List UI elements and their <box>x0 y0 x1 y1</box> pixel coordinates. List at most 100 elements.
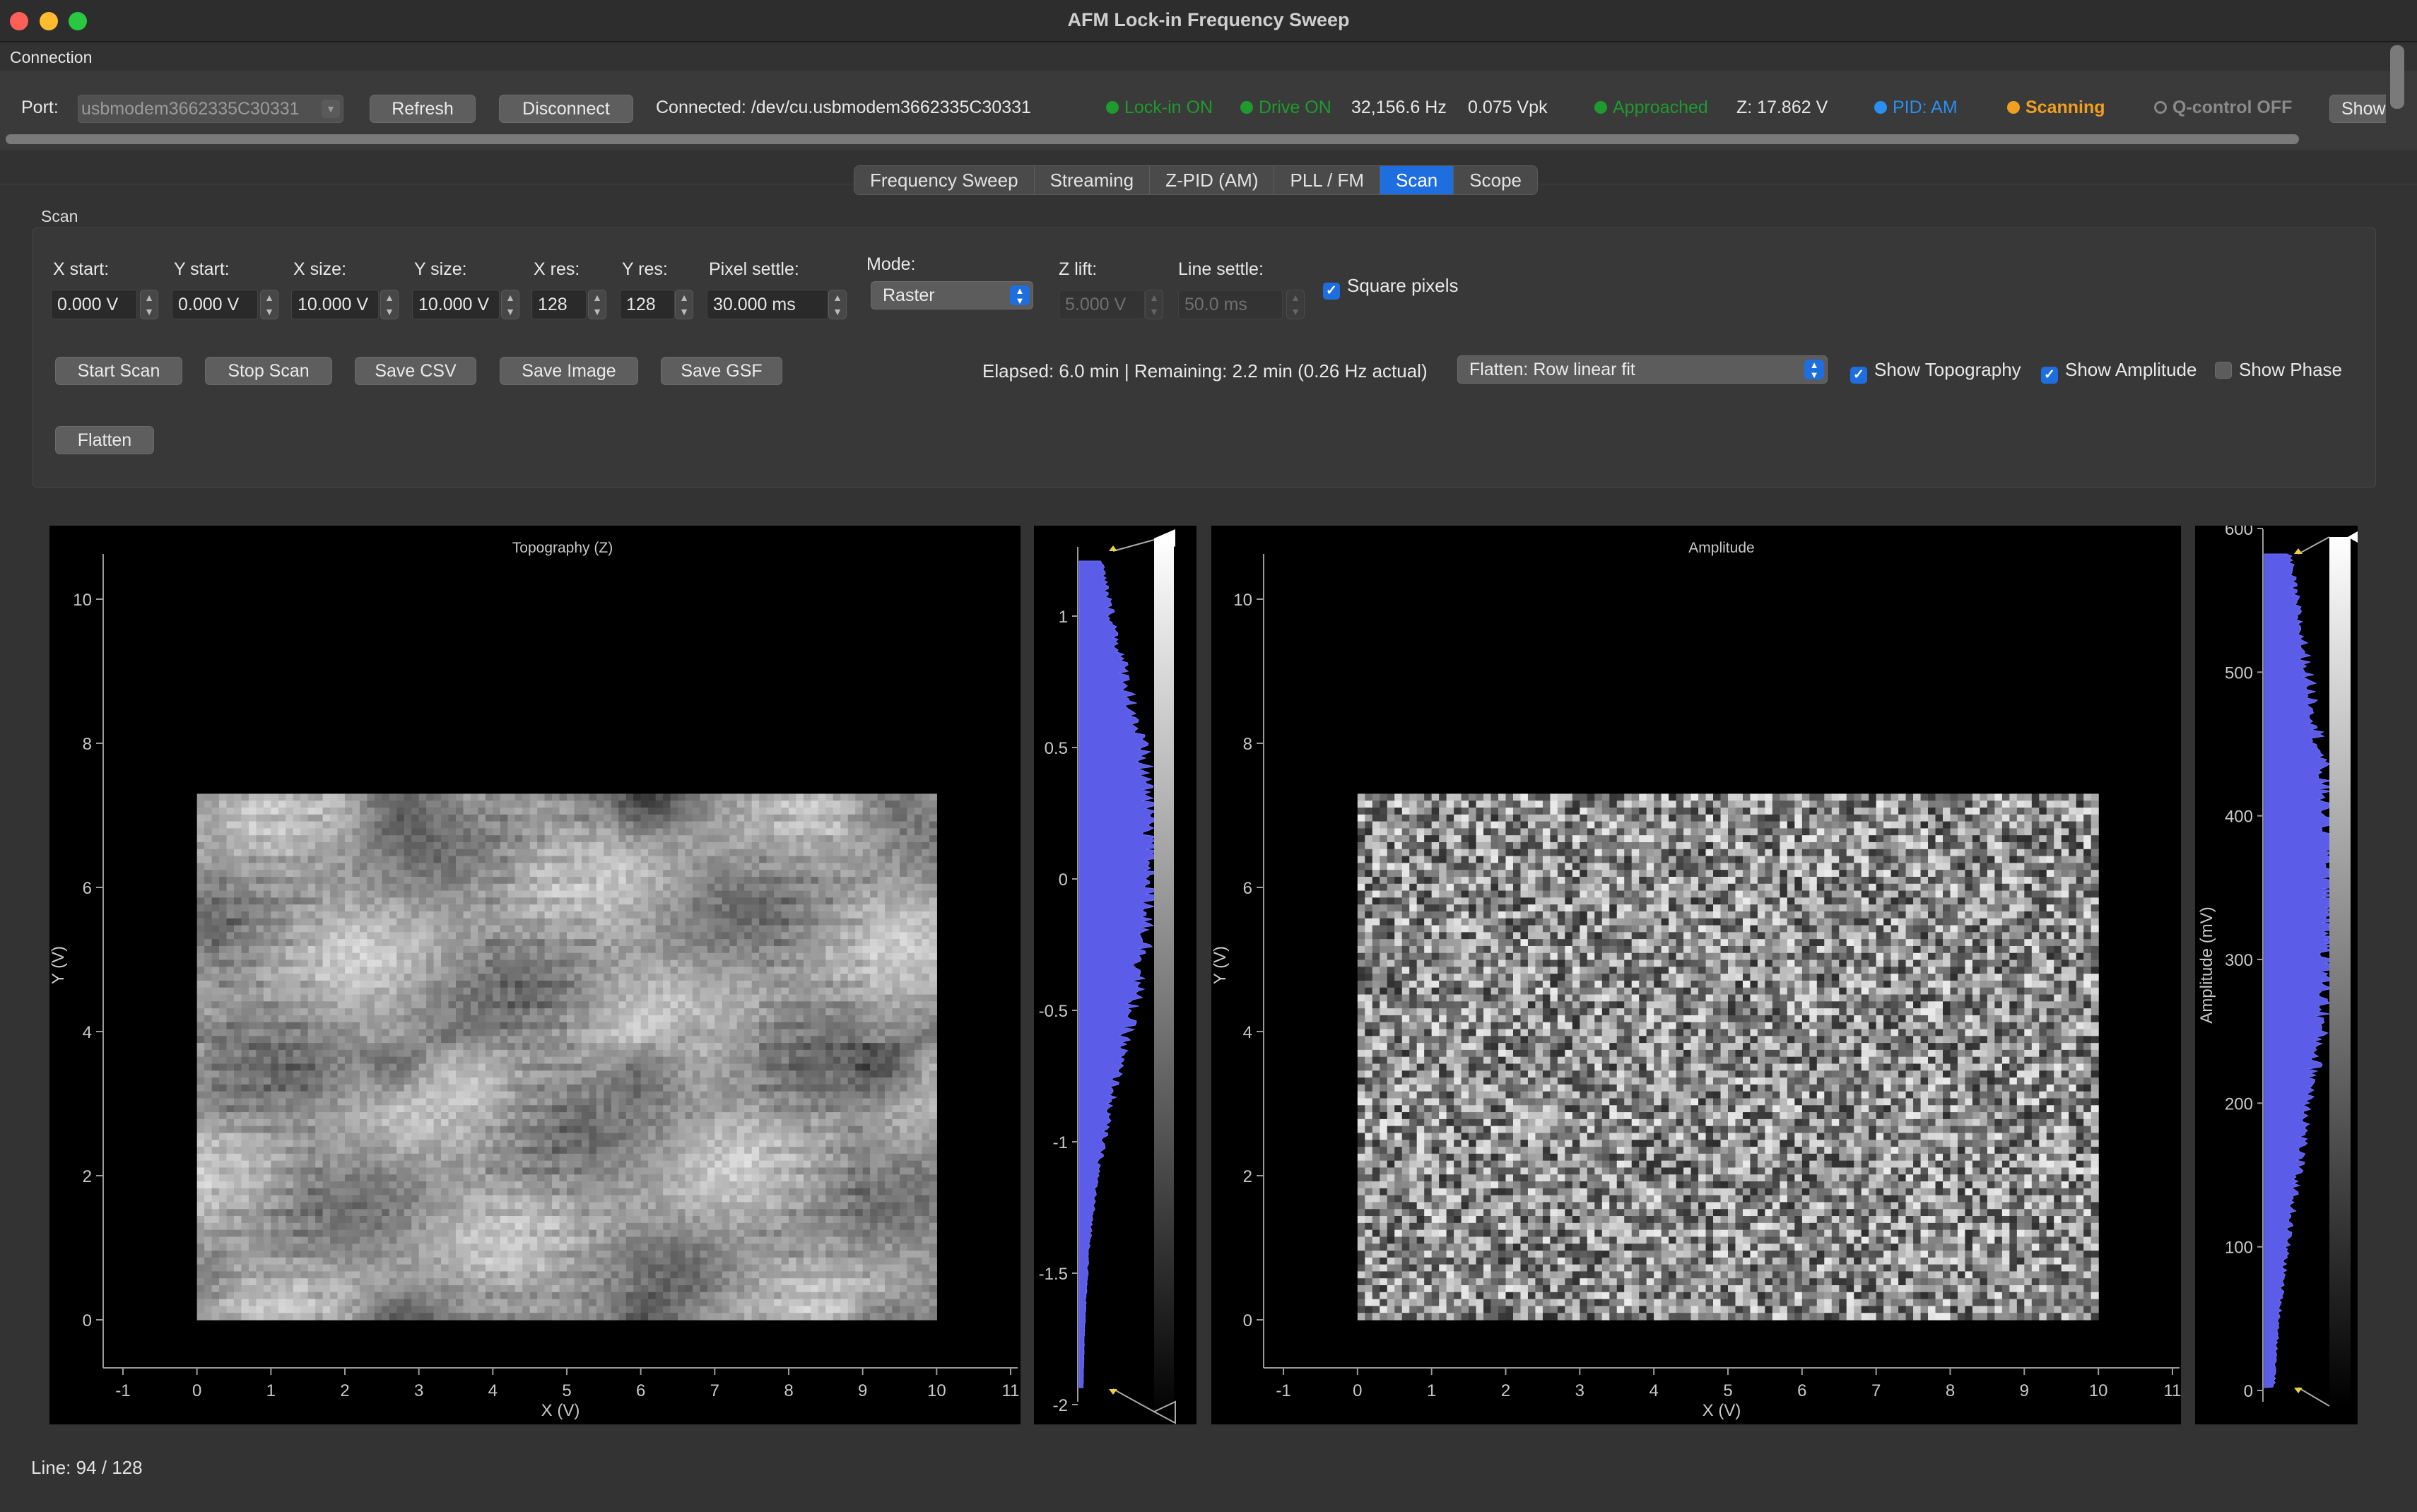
y-res-stepper[interactable]: ▲ ▼ <box>675 290 693 319</box>
heatmap-cell <box>382 1091 390 1099</box>
heatmap-cell <box>485 932 493 940</box>
heatmap-cell <box>774 974 782 981</box>
heatmap-cell <box>559 980 568 988</box>
save-gsf-button[interactable]: Save GSF <box>661 357 782 385</box>
x-start-stepper[interactable]: ▲ ▼ <box>140 290 158 319</box>
heatmap-cell <box>818 939 826 947</box>
save-csv-button[interactable]: Save CSV <box>355 357 476 385</box>
heatmap-cell <box>485 828 493 836</box>
heatmap-cell <box>418 925 427 933</box>
x-start-input[interactable]: 0.000 V <box>51 290 137 319</box>
heatmap-cell <box>855 959 864 967</box>
heatmap-cell <box>256 1063 264 1071</box>
heatmap-cell <box>640 828 649 836</box>
checkbox-empty-icon <box>2215 362 2232 379</box>
heatmap-cell <box>751 856 760 863</box>
tab-streaming[interactable]: Streaming <box>1035 166 1151 194</box>
pixel-settle-stepper[interactable]: ▲ ▼ <box>828 290 847 319</box>
heatmap-cell <box>441 876 449 885</box>
start-scan-button[interactable]: Start Scan <box>55 357 182 385</box>
heatmap-cell <box>300 1118 309 1127</box>
y-tick-label: 10 <box>73 591 92 610</box>
qcontrol-indicator: Q-control OFF <box>2154 98 2292 118</box>
port-select[interactable]: usbmodem3662335C30331 ▼ <box>78 95 343 123</box>
tab-pll-fm[interactable]: PLL / FM <box>1274 166 1380 194</box>
heatmap-cell <box>204 1056 213 1065</box>
heatmap-cell <box>389 1070 397 1078</box>
heatmap-cell <box>382 821 390 829</box>
heatmap-cell <box>736 1091 745 1099</box>
heatmap-cell <box>663 841 671 850</box>
heatmap-cell <box>382 939 390 947</box>
heatmap-cell <box>433 870 442 878</box>
save-image-button[interactable]: Save Image <box>500 357 638 385</box>
flatten-button[interactable]: Flatten <box>55 426 154 454</box>
horizontal-scrollbar[interactable] <box>6 134 2299 144</box>
pixel-settle-input[interactable]: 30.000 ms <box>707 290 828 319</box>
flatten-mode-select[interactable]: Flatten: Row linear fit ▲ ▼ <box>1457 355 1828 384</box>
show-button[interactable]: Show <box>2329 95 2386 123</box>
heatmap-cell <box>670 883 678 892</box>
show-phase-checkbox[interactable]: Show Phase <box>2215 359 2342 381</box>
heatmap-cell <box>877 967 886 974</box>
heatmap-cell <box>307 890 316 898</box>
y-size-input[interactable]: 10.000 V <box>412 290 500 319</box>
heatmap-cell <box>404 1118 412 1127</box>
heatmap-cell <box>204 1063 213 1071</box>
heatmap-cell <box>862 1063 871 1071</box>
heatmap-cell <box>426 1098 435 1106</box>
tab-z-pid[interactable]: Z-PID (AM) <box>1150 166 1275 194</box>
heatmap-cell <box>271 863 279 870</box>
heatmap-cell <box>759 890 768 898</box>
heatmap-cell <box>411 987 420 996</box>
scan-group-label: Scan <box>41 207 78 225</box>
heatmap-cell <box>418 1036 427 1044</box>
x-res-input[interactable]: 128 <box>531 290 587 319</box>
heatmap-cell <box>633 994 642 1002</box>
y-size-stepper[interactable]: ▲ ▼ <box>501 290 519 319</box>
heatmap-cell <box>493 856 501 863</box>
heatmap-cell <box>892 1056 900 1065</box>
show-amplitude-checkbox[interactable]: ✓ Show Amplitude <box>2041 359 2197 384</box>
heatmap-cell <box>678 1070 686 1078</box>
mode-select[interactable]: Raster ▲ ▼ <box>871 281 1033 309</box>
tab-scope[interactable]: Scope <box>1454 166 1537 194</box>
heatmap-cell <box>625 1084 634 1092</box>
heatmap-cell <box>337 883 346 892</box>
refresh-button[interactable]: Refresh <box>370 95 476 123</box>
y-start-stepper[interactable]: ▲ ▼ <box>260 290 278 319</box>
heatmap-cell <box>862 807 871 815</box>
y-start-input[interactable]: 0.000 V <box>172 290 258 319</box>
heatmap-cell <box>493 876 501 885</box>
x-size-stepper[interactable]: ▲ ▼ <box>380 290 399 319</box>
heatmap-cell <box>855 1022 864 1030</box>
topography-plot[interactable]: Topography (Z) -1 0 1 2 3 4 5 6 7 8 9 10 11 X (V) 02… <box>49 526 1021 1424</box>
heatmap-cell <box>441 911 449 919</box>
heatmap-cell <box>456 911 464 919</box>
heatmap-cell <box>685 1029 693 1036</box>
heatmap-cell <box>870 1015 878 1023</box>
heatmap-cell <box>470 952 478 961</box>
heatmap-cell <box>759 849 768 857</box>
x-size-input[interactable]: 10.000 V <box>291 290 379 319</box>
y-res-input[interactable]: 128 <box>620 290 675 319</box>
heatmap-cell <box>411 932 420 940</box>
heatmap-cell <box>300 856 309 863</box>
heatmap-cell <box>574 835 582 843</box>
heatmap-cell <box>359 1112 367 1120</box>
heatmap-cell <box>307 918 316 926</box>
square-pixels-checkbox[interactable]: ✓ Square pixels <box>1323 275 1459 300</box>
heatmap-cell <box>840 1001 849 1009</box>
show-topography-checkbox[interactable]: ✓ Show Topography <box>1850 359 2021 384</box>
vertical-scrollbar[interactable] <box>2390 45 2404 109</box>
tab-scan[interactable]: Scan <box>1380 166 1454 194</box>
disconnect-button[interactable]: Disconnect <box>499 95 633 123</box>
stop-scan-button[interactable]: Stop Scan <box>205 357 332 385</box>
heatmap-cell <box>751 925 760 933</box>
x-res-stepper[interactable]: ▲ ▼ <box>588 290 606 319</box>
tab-frequency-sweep[interactable]: Frequency Sweep <box>854 166 1035 194</box>
heatmap-cell <box>256 987 264 996</box>
heatmap-cell <box>241 1022 249 1030</box>
heatmap-cell <box>692 1022 700 1030</box>
x-size-label: X size: <box>293 259 347 279</box>
